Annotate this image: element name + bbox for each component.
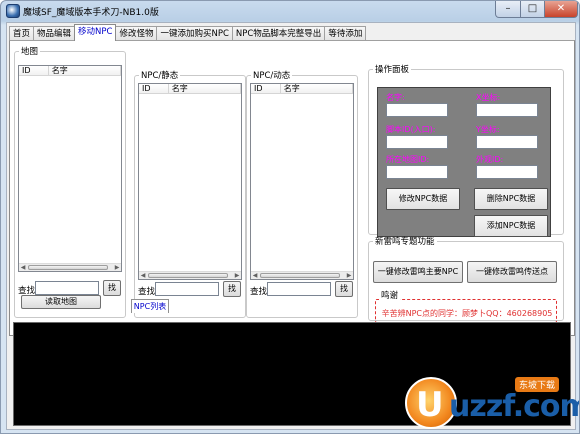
y-coord-label: Y坐标: [476, 125, 500, 134]
map-list[interactable]: ID 名字 ◀ ▶ [18, 65, 122, 272]
npc-dynamic-list[interactable]: ID 名字 ◀ ▶ [250, 83, 354, 280]
read-map-button[interactable]: 读取地图 [21, 295, 101, 309]
tab-npc-list[interactable]: NPC列表 [131, 299, 169, 313]
map-col-name[interactable]: 名字 [49, 66, 121, 75]
delete-npc-button[interactable]: 删除NPC数据 [474, 188, 548, 210]
scroll-thumb[interactable] [28, 265, 108, 270]
app-icon [6, 4, 20, 18]
name-label: 名字: [386, 93, 405, 102]
tab-export-scripts[interactable]: NPC物品脚本完整导出 [231, 26, 326, 41]
script-id-label: 脚本ID(入口): [386, 125, 436, 134]
npc-dynamic-group: NPC/动态 ID 名字 ◀ ▶ 查找 找 [246, 69, 358, 318]
window-title: 魔域SF_魔域版本手术刀-NB1.0版 [23, 8, 159, 18]
tab-pending[interactable]: 等待添加 [324, 26, 367, 41]
maximize-button[interactable]: □ [520, 1, 545, 18]
npc-static-scrollbar[interactable]: ◀ ▶ [139, 271, 241, 279]
tab-modify-monster[interactable]: 修改怪物 [115, 26, 158, 41]
app-window: 魔域SF_魔域版本手术刀-NB1.0版 – □ ✕ 首页 物品编辑 移动NPC … [0, 0, 580, 434]
scroll-left-icon[interactable]: ◀ [251, 272, 259, 279]
npc-static-list-header: ID 名字 [139, 84, 241, 94]
ops-panel-group: 操作面板 名字: X坐标: 脚本ID(入口): Y坐标: 所在地图ID: 外观I… [368, 63, 564, 237]
look-id-input[interactable] [476, 165, 538, 179]
modify-leiming-main-button[interactable]: 一键修改雷鸣主要NPC [373, 261, 463, 283]
script-id-input[interactable] [386, 135, 448, 149]
x-coord-label: X坐标: [476, 93, 501, 102]
uzzf-brand-text: uzzf.com [449, 389, 580, 424]
minimize-button[interactable]: – [495, 1, 521, 18]
tab-add-shop-npc[interactable]: 一键添加购买NPC [156, 26, 233, 41]
look-id-label: 外观ID: [476, 155, 504, 164]
ops-panel-legend: 操作面板 [375, 65, 410, 75]
add-npc-button[interactable]: 添加NPC数据 [474, 215, 548, 237]
tab-home[interactable]: 首页 [9, 26, 35, 41]
tab-item-edit[interactable]: 物品编辑 [33, 26, 76, 41]
npc-static-col-name[interactable]: 名字 [169, 84, 241, 93]
x-coord-input[interactable] [476, 103, 538, 117]
y-coord-input[interactable] [476, 135, 538, 149]
tab-move-npc[interactable]: 移动NPC [74, 24, 117, 41]
npc-static-list[interactable]: ID 名字 ◀ ▶ [138, 83, 242, 280]
scroll-left-icon[interactable]: ◀ [139, 272, 147, 279]
bottom-strip: 读取地图 NPC列表 [7, 291, 577, 321]
npc-dynamic-col-name[interactable]: 名字 [281, 84, 353, 93]
close-button[interactable]: ✕ [544, 1, 578, 18]
map-list-header: ID 名字 [19, 66, 121, 76]
map-group-legend: 地图 [21, 47, 39, 57]
scroll-right-icon[interactable]: ▶ [345, 272, 353, 279]
scroll-left-icon[interactable]: ◀ [19, 264, 27, 271]
scroll-right-icon[interactable]: ▶ [233, 272, 241, 279]
map-id-label: 所在地图ID: [386, 155, 430, 164]
uzzf-tag: 东坡下载 [515, 377, 560, 392]
scroll-thumb[interactable] [260, 273, 340, 278]
npc-static-col-id[interactable]: ID [139, 84, 169, 93]
uzzf-watermark: U uzzf.com 东坡下载 [405, 377, 580, 431]
npc-dynamic-col-id[interactable]: ID [251, 84, 281, 93]
modify-leiming-teleport-button[interactable]: 一键修改雷鸣传送点 [467, 261, 557, 283]
npc-dynamic-scrollbar[interactable]: ◀ ▶ [251, 271, 353, 279]
title-bar[interactable]: 魔域SF_魔域版本手术刀-NB1.0版 – □ ✕ [1, 1, 579, 21]
client-area: 首页 物品编辑 移动NPC 修改怪物 一键添加购买NPC NPC物品脚本完整导出… [6, 22, 576, 430]
npc-static-group: NPC/静态 ID 名字 ◀ ▶ 查找 找 [134, 69, 246, 318]
leiming-legend: 新雷鸣专题功能 [375, 237, 435, 247]
modify-npc-button[interactable]: 修改NPC数据 [386, 188, 460, 210]
map-group: 地图 ID 名字 ◀ ▶ 查找 找 [14, 45, 126, 318]
map-id-input[interactable] [386, 165, 448, 179]
name-input[interactable] [386, 103, 448, 117]
npc-dynamic-list-header: ID 名字 [251, 84, 353, 94]
npc-dynamic-legend: NPC/动态 [253, 71, 291, 81]
map-col-id[interactable]: ID [19, 66, 49, 75]
ops-panel-box: 名字: X坐标: 脚本ID(入口): Y坐标: 所在地图ID: 外观ID: 修改… [377, 87, 551, 237]
scroll-thumb[interactable] [148, 273, 228, 278]
scroll-right-icon[interactable]: ▶ [113, 264, 121, 271]
map-list-scrollbar[interactable]: ◀ ▶ [19, 263, 121, 271]
tab-strip: 首页 物品编辑 移动NPC 修改怪物 一键添加购买NPC NPC物品脚本完整导出… [9, 24, 367, 41]
thanks-legend: 鸣谢 [379, 289, 401, 301]
npc-static-legend: NPC/静态 [141, 71, 179, 81]
